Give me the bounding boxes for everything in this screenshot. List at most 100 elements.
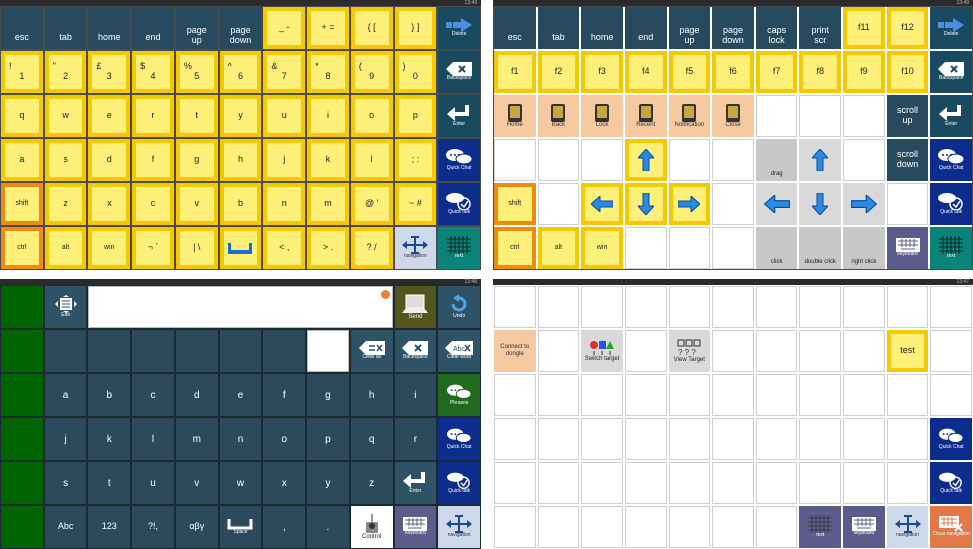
key-greek[interactable]: αβγ	[175, 506, 218, 548]
key-i[interactable]: i	[307, 95, 349, 137]
key-shift[interactable]: shift	[1, 183, 43, 225]
key-o[interactable]: o	[263, 418, 306, 460]
keyboard-button[interactable]: keyboard	[886, 227, 929, 269]
key-ctrl[interactable]: ctrl	[494, 227, 536, 269]
key-f1[interactable]: f1	[494, 51, 536, 93]
key-win[interactable]: win	[88, 227, 131, 269]
key-brace-left[interactable]: { [	[350, 7, 393, 49]
key-o[interactable]: o	[350, 95, 393, 137]
key-s[interactable]: s	[44, 462, 87, 504]
key-backspace[interactable]: Backspace	[438, 51, 480, 93]
keyboard-button[interactable]: keyboard	[843, 506, 885, 548]
key-w[interactable]: w	[44, 95, 87, 137]
key-space[interactable]: Space	[219, 506, 262, 548]
key-k[interactable]: k	[307, 139, 349, 181]
key-y[interactable]: y	[307, 462, 349, 504]
key-home[interactable]: home	[581, 7, 623, 49]
key-x[interactable]: x	[88, 183, 131, 225]
key-6[interactable]: ^ 6	[219, 51, 262, 93]
click-button[interactable]: click	[755, 227, 798, 269]
key-page-up[interactable]: page up	[668, 7, 711, 49]
key-i[interactable]: i	[394, 374, 437, 416]
control-button[interactable]: Control	[350, 506, 393, 548]
key-d[interactable]: d	[88, 139, 131, 181]
key-ctrl[interactable]: ctrl	[1, 227, 43, 269]
enter-button[interactable]: Enter	[394, 462, 437, 504]
key-home[interactable]: home	[88, 7, 131, 49]
key-1[interactable]: ! 1	[1, 51, 43, 93]
key-quick-talk[interactable]: Quick talk	[438, 183, 480, 225]
mouse-up-button[interactable]	[799, 139, 842, 181]
key-u[interactable]: u	[132, 462, 174, 504]
mouse-right-button[interactable]	[843, 183, 885, 225]
key-0[interactable]: ) 0	[394, 51, 437, 93]
key-greater-period[interactable]: > .	[307, 227, 349, 269]
key-backspace[interactable]: Backspace	[930, 51, 972, 93]
key-7[interactable]: & 7	[263, 51, 306, 93]
key-j[interactable]: j	[44, 418, 87, 460]
key-j[interactable]: j	[263, 139, 306, 181]
clear-all-button[interactable]: Clear all	[350, 330, 393, 372]
double-click-button[interactable]: double click	[799, 227, 842, 269]
key-e[interactable]: e	[88, 95, 131, 137]
key-shift[interactable]: shift	[494, 183, 536, 225]
key-text[interactable]: text	[930, 227, 972, 269]
key-f12[interactable]: f12	[886, 7, 929, 49]
key-plus-equals[interactable]: + =	[307, 7, 349, 49]
key-brace-right[interactable]: } ]	[394, 7, 437, 49]
key-page-down[interactable]: page down	[219, 7, 262, 49]
key-delete[interactable]: Delete	[930, 7, 972, 49]
key-enter[interactable]: Enter	[438, 95, 480, 137]
edit-button[interactable]: Edit	[44, 286, 87, 328]
key-quick-chat[interactable]: Quick Chat	[930, 139, 972, 181]
key-period[interactable]: .	[307, 506, 349, 548]
key-f7[interactable]: f7	[755, 51, 798, 93]
key-question-slash[interactable]: ? /	[350, 227, 393, 269]
right-click-button[interactable]: right click	[843, 227, 885, 269]
navigation-button[interactable]: navigation	[886, 506, 929, 548]
key-end[interactable]: end	[132, 7, 174, 49]
key-p[interactable]: p	[394, 95, 437, 137]
key-page-down[interactable]: page down	[712, 7, 754, 49]
app-home[interactable]: Home	[494, 95, 536, 137]
key-underscore-minus[interactable]: _ -	[263, 7, 306, 49]
key-m[interactable]: m	[307, 183, 349, 225]
key-3[interactable]: £3	[88, 51, 131, 93]
app-close[interactable]: Close	[712, 95, 754, 137]
text-button[interactable]: text	[799, 506, 842, 548]
key-tilde[interactable]: ~ #	[394, 183, 437, 225]
key-q[interactable]: q	[1, 95, 43, 137]
key-print-scr[interactable]: print scr	[799, 7, 842, 49]
key-f[interactable]: f	[263, 374, 306, 416]
arrow-left-button[interactable]	[581, 183, 623, 225]
key-alt[interactable]: alt	[537, 227, 580, 269]
key-f2[interactable]: f2	[537, 51, 580, 93]
key-s[interactable]: s	[44, 139, 87, 181]
close-navigation-button[interactable]: Close navigation	[930, 506, 972, 548]
keyboard-button[interactable]: keyboard	[394, 506, 437, 548]
key-punctuation[interactable]: ?!,	[132, 506, 174, 548]
key-l[interactable]: l	[350, 139, 393, 181]
key-f9[interactable]: f9	[843, 51, 885, 93]
key-l[interactable]: l	[132, 418, 174, 460]
key-c[interactable]: c	[132, 374, 174, 416]
key-pipe-backslash[interactable]: | \	[175, 227, 218, 269]
quick-talk-button[interactable]: Quick talk	[930, 462, 972, 504]
key-g[interactable]: g	[307, 374, 349, 416]
key-x[interactable]: x	[263, 462, 306, 504]
key-page-up[interactable]: page up	[175, 7, 218, 49]
app-notification[interactable]: Notification	[668, 95, 711, 137]
key-abc[interactable]: Abc	[44, 506, 87, 548]
connect-to-dongle-button[interactable]: Connect to dongle	[494, 330, 536, 372]
key-v[interactable]: v	[175, 183, 218, 225]
key-navigation[interactable]: navigation	[394, 227, 437, 269]
key-text[interactable]: text	[438, 227, 480, 269]
switch-target-button[interactable]: Switch target	[581, 330, 623, 372]
key-at[interactable]: @ '	[350, 183, 393, 225]
key-m[interactable]: m	[175, 418, 218, 460]
view-target-button[interactable]: ? ? ? View Target	[668, 330, 711, 372]
key-quick-chat[interactable]: Quick Chat	[438, 139, 480, 181]
key-esc[interactable]: esc	[1, 7, 43, 49]
key-5[interactable]: % 5	[175, 51, 218, 93]
key-123[interactable]: 123	[88, 506, 131, 548]
